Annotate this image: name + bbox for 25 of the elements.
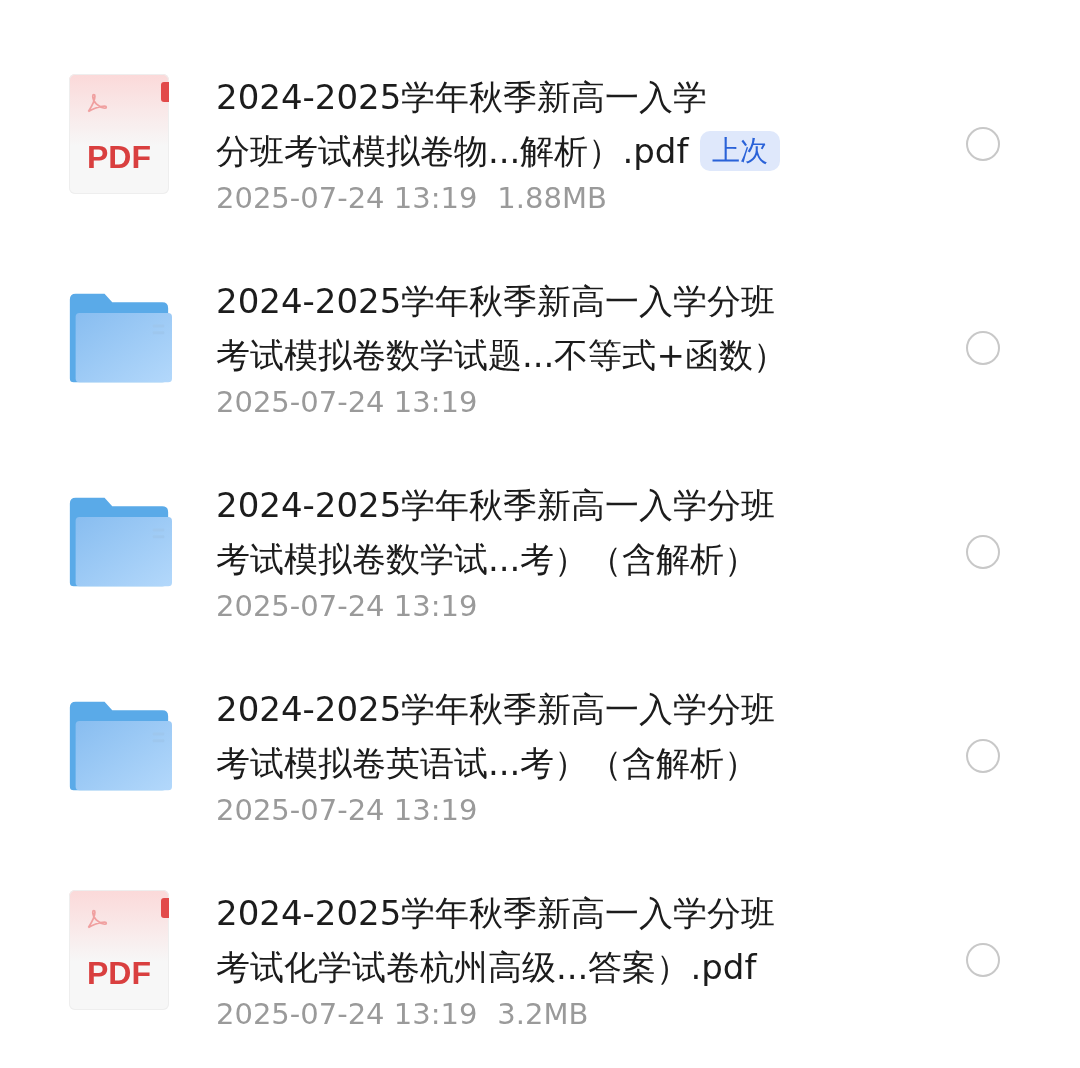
file-date: 2025-07-24 13:19 bbox=[216, 180, 478, 217]
file-name: 2024-2025学年秋季新高一入学分班 bbox=[216, 892, 776, 935]
recent-badge: 上次 bbox=[700, 131, 781, 171]
file-date: 2025-07-24 13:19 bbox=[216, 792, 478, 829]
file-name: 考试化学试卷杭州高级...答案）.pdf bbox=[216, 946, 757, 989]
select-radio[interactable] bbox=[966, 739, 1000, 773]
file-name: 2024-2025学年秋季新高一入学 bbox=[216, 76, 708, 119]
file-name: 2024-2025学年秋季新高一入学分班 bbox=[216, 688, 776, 731]
select-radio[interactable] bbox=[966, 535, 1000, 569]
file-size: 3.2MB bbox=[497, 996, 589, 1033]
file-date: 2025-07-24 13:19 bbox=[216, 588, 478, 625]
file-name: 考试模拟卷英语试...考）（含解析） bbox=[216, 742, 759, 785]
file-name: 2024-2025学年秋季新高一入学分班 bbox=[216, 280, 776, 323]
select-radio[interactable] bbox=[966, 943, 1000, 977]
file-name: 考试模拟卷数学试...考）（含解析） bbox=[216, 538, 759, 581]
file-name: 分班考试模拟卷物...解析）.pdf bbox=[216, 130, 689, 173]
file-name: 考试模拟卷数学试题...不等式+函数） bbox=[216, 334, 787, 377]
pdf-file-icon: PDF bbox=[69, 74, 169, 194]
file-date: 2025-07-24 13:19 bbox=[216, 996, 478, 1033]
pdf-file-icon: PDF bbox=[69, 890, 169, 1010]
select-radio[interactable] bbox=[966, 331, 1000, 365]
select-radio[interactable] bbox=[966, 127, 1000, 161]
file-size: 1.88MB bbox=[497, 180, 607, 217]
file-name: 2024-2025学年秋季新高一入学分班 bbox=[216, 484, 776, 527]
file-date: 2025-07-24 13:19 bbox=[216, 384, 478, 421]
